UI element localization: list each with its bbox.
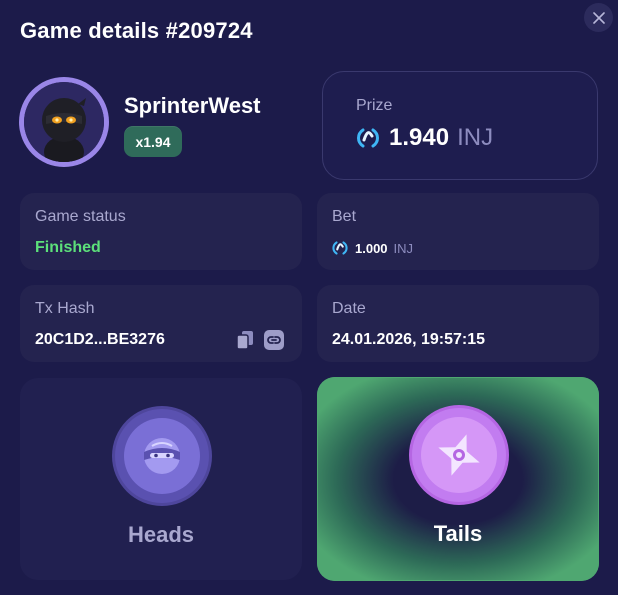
tails-coin bbox=[409, 405, 509, 505]
prize-currency: INJ bbox=[457, 124, 494, 151]
prize-card: Prize 1.940 INJ bbox=[322, 71, 598, 180]
bet-currency: INJ bbox=[393, 240, 414, 256]
prize-label: Prize bbox=[356, 97, 393, 114]
bet-amount: 1.000 bbox=[355, 240, 388, 256]
tx-hash-card: Tx Hash 20C1D2...BE3276 bbox=[20, 285, 302, 362]
ninja-avatar-icon bbox=[24, 82, 104, 162]
date-value: 24.01.2026, 19:57:15 bbox=[332, 331, 486, 348]
game-status-card: Game status Finished bbox=[20, 193, 302, 270]
link-button[interactable] bbox=[264, 330, 284, 350]
injective-token-icon bbox=[332, 241, 348, 255]
bet-card: Bet 1.000 INJ bbox=[317, 193, 599, 270]
copy-icon bbox=[236, 331, 253, 350]
tx-hash-label: Tx Hash bbox=[35, 300, 95, 317]
game-status-label: Game status bbox=[35, 208, 126, 225]
date-card: Date 24.01.2026, 19:57:15 bbox=[317, 285, 599, 362]
avatar bbox=[19, 77, 109, 167]
close-icon bbox=[592, 11, 605, 24]
close-button[interactable] bbox=[584, 3, 613, 32]
tails-label: Tails bbox=[433, 521, 483, 546]
link-icon bbox=[267, 336, 281, 344]
heads-coin bbox=[112, 406, 212, 506]
ninja-face-icon bbox=[115, 409, 209, 503]
injective-token-icon bbox=[357, 128, 379, 148]
username: SprinterWest bbox=[124, 93, 261, 118]
bet-label: Bet bbox=[332, 208, 357, 225]
multiplier-badge: x1.94 bbox=[124, 126, 182, 157]
shuriken-icon bbox=[412, 408, 506, 502]
tails-choice: Tails bbox=[317, 377, 599, 581]
heads-choice: Heads bbox=[20, 378, 302, 580]
copy-button[interactable] bbox=[235, 330, 255, 350]
tx-hash-value: 20C1D2...BE3276 bbox=[35, 331, 165, 348]
prize-amount: 1.940 bbox=[389, 124, 450, 151]
page-title: Game details #209724 bbox=[20, 18, 253, 43]
game-status-value: Finished bbox=[35, 239, 101, 256]
date-label: Date bbox=[332, 300, 366, 317]
heads-label: Heads bbox=[127, 522, 195, 547]
